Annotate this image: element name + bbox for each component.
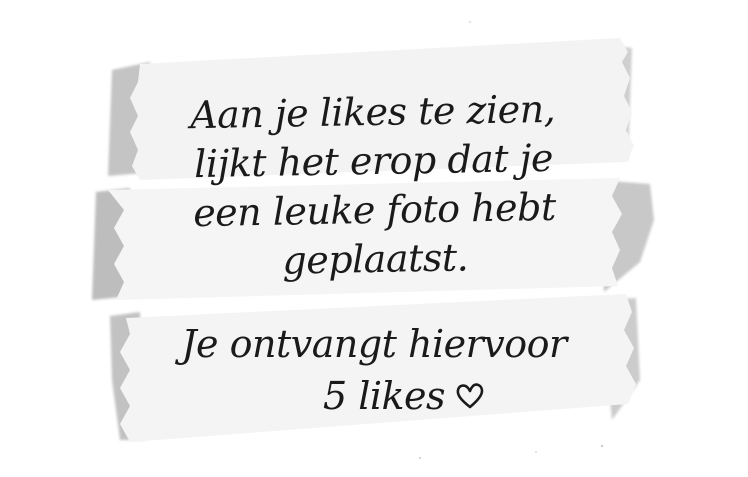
message-text: Aan je likes te zien, lijkt het erop dat… — [0, 81, 748, 290]
speckle — [469, 21, 471, 23]
speckle — [418, 456, 422, 460]
speckle — [600, 444, 604, 448]
likes-count-text: 5 likes — [322, 374, 446, 418]
heart-outline-icon — [456, 383, 484, 409]
reward-line-1: Je ontvangt hiervoor — [181, 322, 567, 366]
speckle — [535, 451, 537, 453]
reward-line-2: 5 likes — [323, 370, 485, 422]
reward-text: Je ontvangt hiervoor 5 likes — [0, 318, 748, 422]
note-card: Aan je likes te zien, lijkt het erop dat… — [0, 0, 748, 477]
